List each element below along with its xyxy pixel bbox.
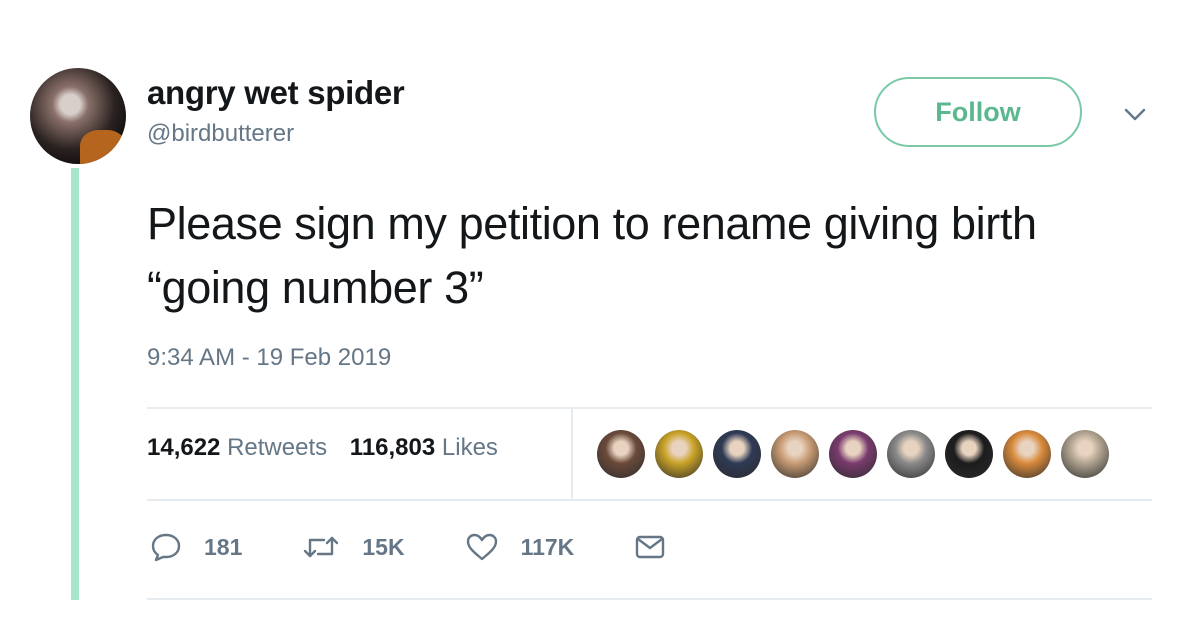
reply-icon: [151, 533, 181, 562]
thread-line: [71, 168, 79, 600]
action-bar: 181 15K 117K: [150, 530, 748, 564]
chevron-down-icon[interactable]: [1122, 104, 1148, 124]
avatar[interactable]: [30, 68, 126, 164]
divider-bottom: [147, 598, 1152, 600]
tweet-stats: 14,622 Retweets 116,803 Likes: [147, 434, 514, 462]
reply-button[interactable]: 181: [150, 532, 242, 562]
divider-middle: [147, 499, 1152, 501]
liker-avatar[interactable]: [887, 430, 935, 478]
user-handle[interactable]: @birdbutterer: [147, 120, 294, 148]
stats-divider: [571, 408, 573, 500]
likes-count: 116,803: [349, 434, 436, 461]
liker-avatar[interactable]: [945, 430, 993, 478]
liker-avatar[interactable]: [1061, 430, 1109, 478]
like-button[interactable]: 117K: [465, 532, 575, 562]
retweets-count: 14,622: [147, 434, 221, 461]
display-name[interactable]: angry wet spider: [147, 74, 405, 112]
likes-stat[interactable]: 116,803 Likes: [350, 434, 498, 461]
tweet-text: Please sign my petition to rename giving…: [147, 198, 1037, 313]
heart-icon: [466, 533, 497, 561]
reply-count: 181: [204, 533, 243, 560]
like-count: 117K: [520, 533, 575, 560]
liker-avatar[interactable]: [829, 430, 877, 478]
follow-button[interactable]: Follow: [874, 77, 1082, 147]
retweet-icon: [304, 536, 339, 558]
divider-top: [147, 407, 1152, 409]
liker-avatar[interactable]: [713, 430, 761, 478]
retweets-stat[interactable]: 14,622 Retweets: [147, 434, 327, 461]
liker-avatar[interactable]: [655, 430, 703, 478]
retweets-label: Retweets: [227, 434, 328, 461]
retweet-button[interactable]: 15K: [302, 532, 405, 562]
liker-avatar[interactable]: [1003, 430, 1051, 478]
liker-avatars: [597, 430, 1119, 478]
liker-avatar[interactable]: [771, 430, 819, 478]
tweet-timestamp[interactable]: 9:34 AM - 19 Feb 2019: [147, 344, 391, 372]
likes-label: Likes: [441, 434, 498, 461]
mail-icon: [636, 535, 665, 559]
liker-avatar[interactable]: [597, 430, 645, 478]
retweet-count: 15K: [362, 533, 405, 560]
direct-message-button[interactable]: [634, 533, 688, 561]
